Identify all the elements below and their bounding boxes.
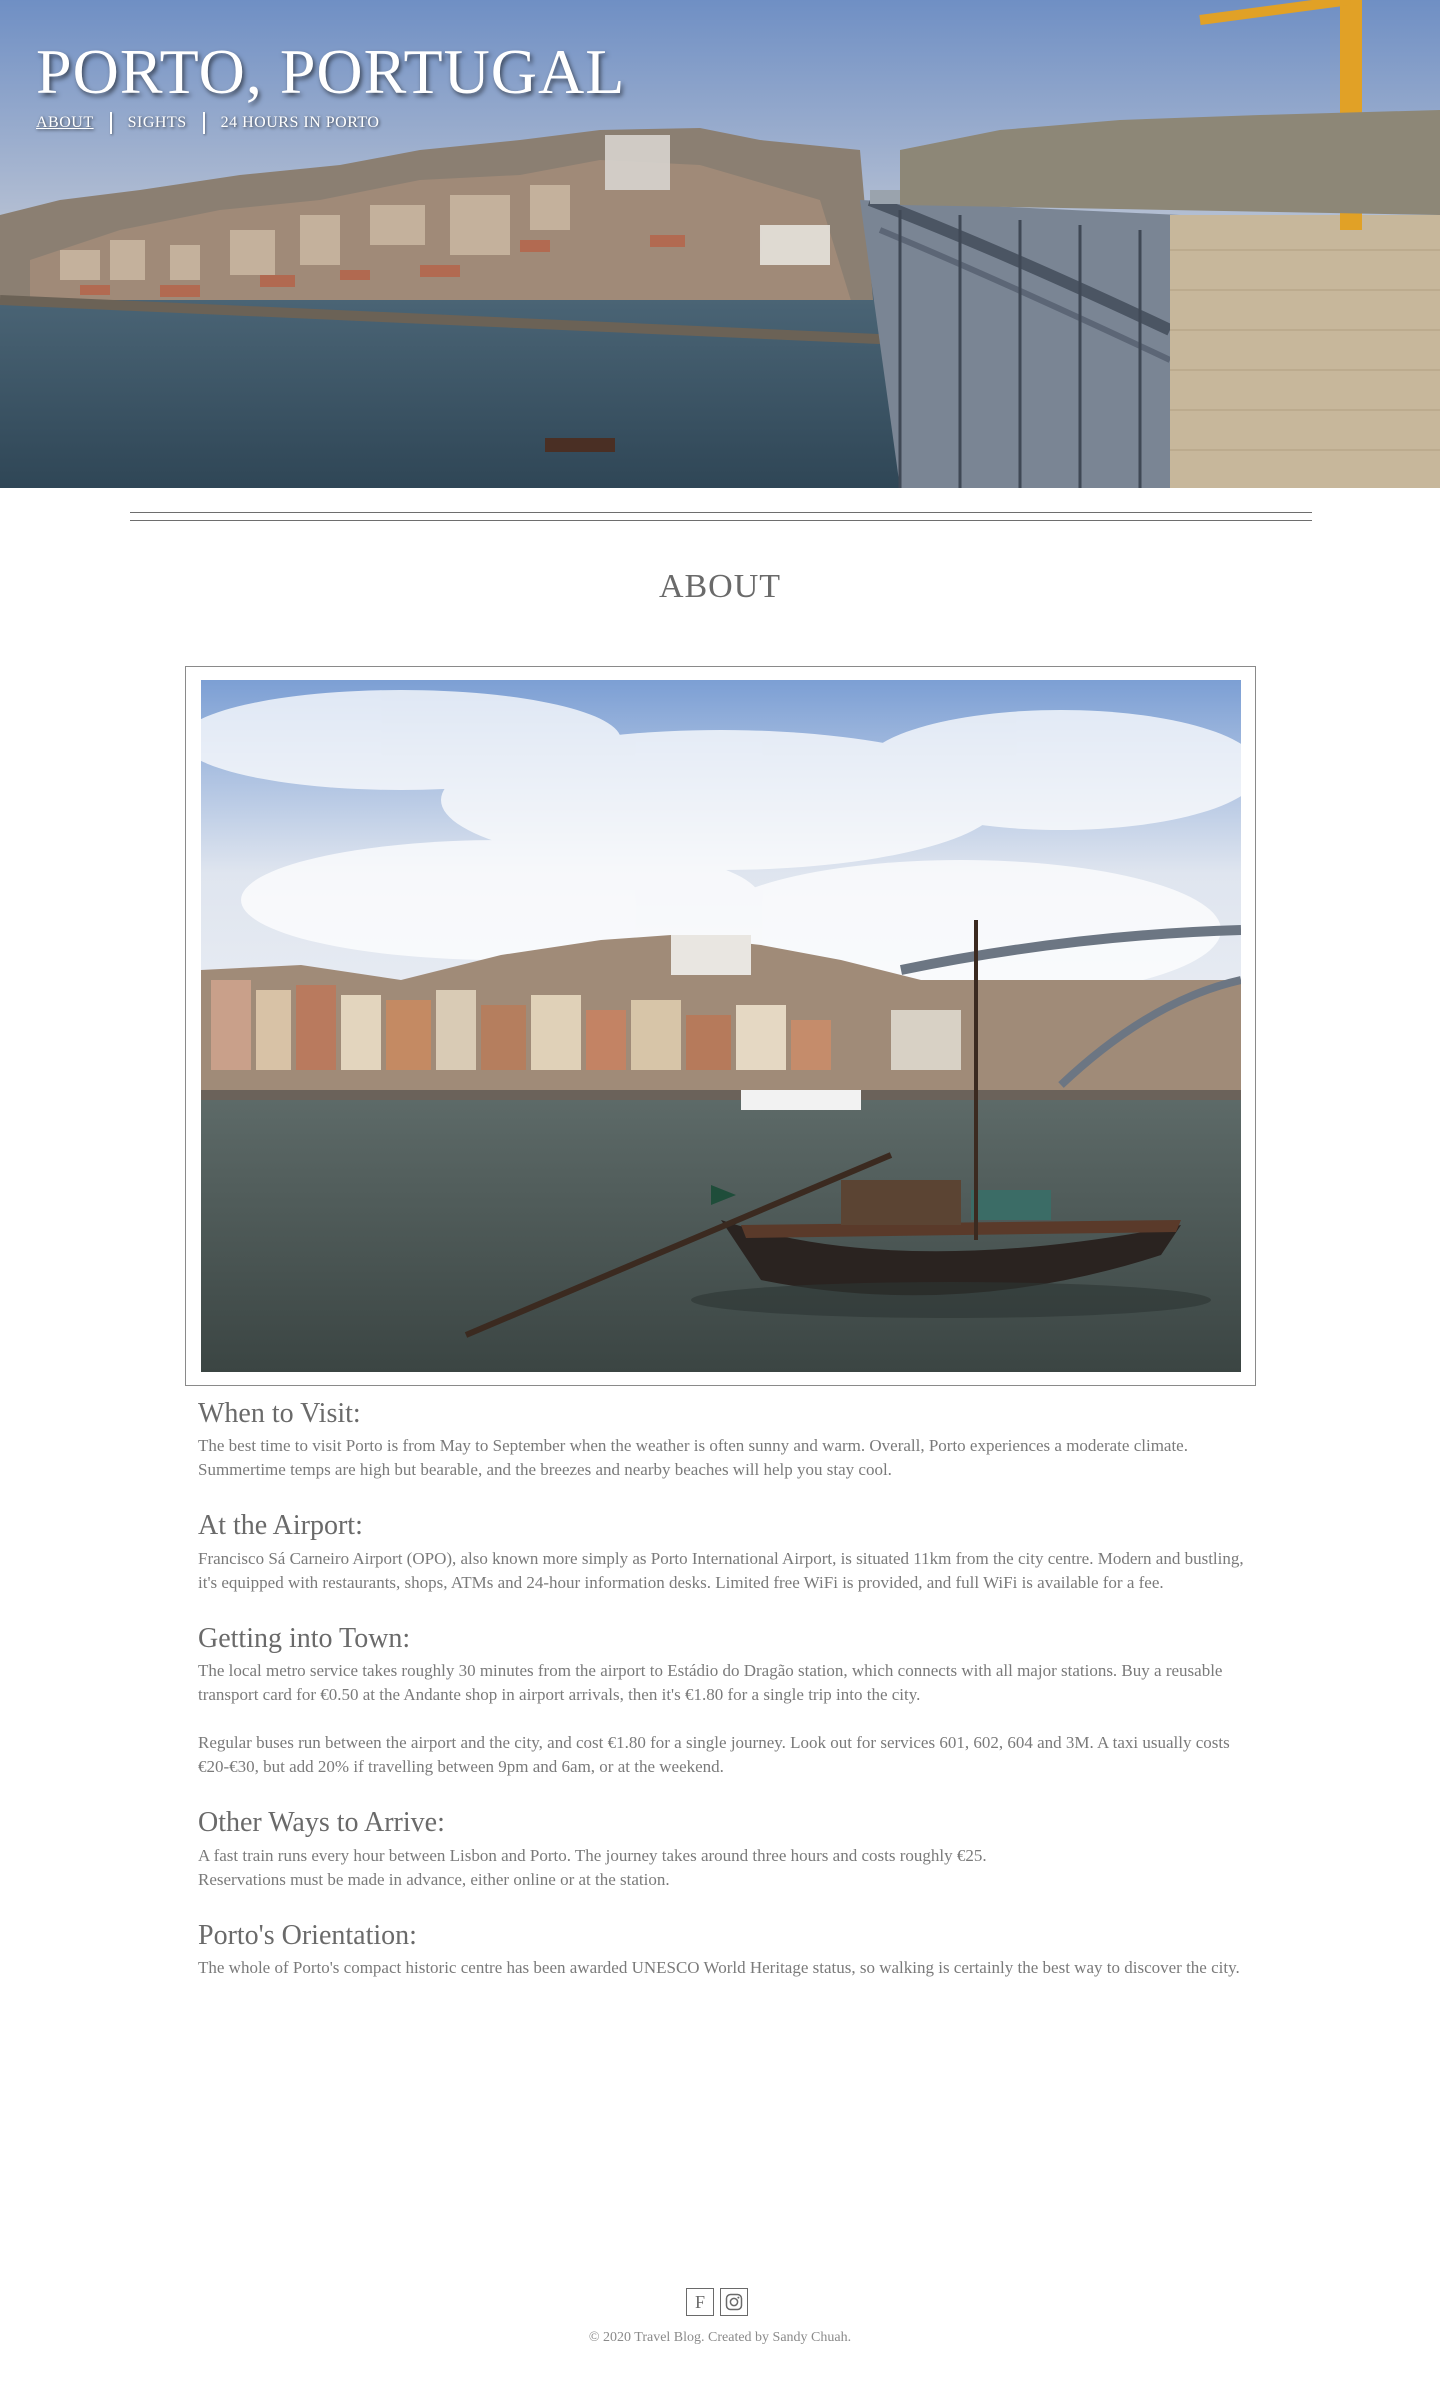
nav-item-about[interactable]: ABOUT: [36, 114, 94, 132]
section-paragraph: Regular buses run between the airport an…: [198, 1733, 1230, 1777]
instagram-icon[interactable]: [720, 2288, 748, 2316]
orientation-section: Porto's Orientation: The whole of Porto'…: [198, 1918, 1248, 1980]
getting-into-town-section: Getting into Town: The local metro servi…: [198, 1621, 1248, 1779]
nav-item-24-hours[interactable]: 24 HOURS IN PORTO: [221, 114, 380, 132]
facebook-glyph: F: [694, 2291, 705, 2312]
porto-river-photo: [201, 680, 1241, 1372]
airport-section: At the Airport: Francisco Sá Carneiro Ai…: [198, 1508, 1248, 1594]
section-paragraph: The local metro service takes roughly 30…: [198, 1661, 1223, 1705]
section-paragraph: A fast train runs every hour between Lis…: [198, 1845, 987, 1889]
section-heading: When to Visit:: [198, 1398, 361, 1429]
instagram-glyph: [725, 2293, 743, 2311]
facebook-icon[interactable]: F: [686, 2288, 714, 2316]
photo-frame: [185, 666, 1256, 1386]
hero-banner: PORTO, PORTUGAL ABOUT SIGHTS 24 HOURS IN…: [0, 0, 1440, 488]
when-to-visit-section: When to Visit: The best time to visit Po…: [198, 1396, 1248, 1482]
double-divider: [130, 512, 1312, 521]
site-title: PORTO, PORTUGAL: [36, 36, 626, 107]
other-ways-section: Other Ways to Arrive: A fast train runs …: [198, 1805, 1248, 1891]
section-title: ABOUT: [658, 568, 782, 605]
boat-on-river-image: [201, 680, 1241, 1372]
section-heading: Getting into Town:: [198, 1622, 411, 1654]
section-heading: Porto's Orientation:: [198, 1919, 417, 1951]
copyright-text: © 2020 Travel Blog. Created by Sandy Chu…: [588, 2330, 852, 2345]
section-paragraph: The best time to visit Porto is from May…: [198, 1436, 1188, 1480]
nav-separator: [202, 112, 205, 134]
section-paragraph: Francisco Sá Carneiro Airport (OPO), als…: [198, 1548, 1244, 1592]
social-links: F: [686, 2288, 748, 2316]
section-heading: At the Airport:: [198, 1510, 363, 1542]
section-heading: Other Ways to Arrive:: [198, 1807, 445, 1839]
about-content: When to Visit: The best time to visit Po…: [198, 1396, 1248, 2006]
section-paragraph: The whole of Porto's compact historic ce…: [198, 1957, 1240, 1977]
nav-item-sights[interactable]: SIGHTS: [128, 114, 187, 132]
main-nav: ABOUT SIGHTS 24 HOURS IN PORTO: [36, 112, 379, 134]
nav-separator: [109, 112, 112, 134]
